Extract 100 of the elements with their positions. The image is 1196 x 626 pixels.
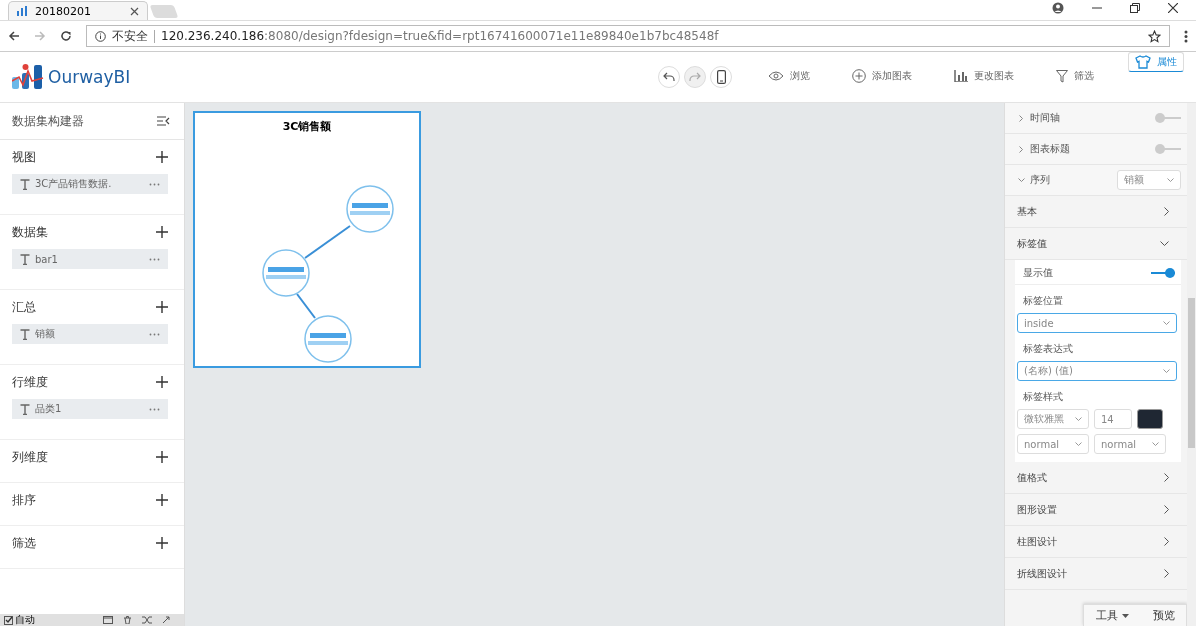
add-icon[interactable] xyxy=(156,537,168,549)
field-item[interactable]: 品类1 xyxy=(12,399,168,419)
redo-icon xyxy=(689,72,701,82)
graph-edge xyxy=(296,293,316,319)
chevron-right-icon xyxy=(1164,537,1169,546)
text-type-icon xyxy=(20,178,30,190)
reload-icon[interactable] xyxy=(60,30,72,42)
field-name: 品类1 xyxy=(35,402,62,416)
checkbox-label: 自动 xyxy=(15,613,35,626)
chevron-down-icon xyxy=(1152,442,1159,446)
section-title: 视图 xyxy=(12,148,36,166)
section-title: 折线图设计 xyxy=(1017,566,1067,581)
position-select[interactable]: inside xyxy=(1017,313,1177,333)
undo-icon xyxy=(663,72,675,82)
undo-button[interactable] xyxy=(658,66,680,88)
chevron-right-icon xyxy=(1018,145,1024,153)
close-icon[interactable] xyxy=(130,6,139,16)
property-label: 图表标题 xyxy=(1030,142,1070,156)
phone-icon xyxy=(716,70,726,84)
toolbar-tab[interactable]: 浏览 xyxy=(760,52,818,102)
add-icon[interactable] xyxy=(156,151,168,163)
chevron-down-icon xyxy=(1163,321,1170,325)
bar-chart-icon xyxy=(17,6,29,16)
logo-icon xyxy=(12,63,44,91)
chevron-right-icon xyxy=(1164,207,1169,216)
shuffle-icon[interactable] xyxy=(142,616,152,624)
address-bar[interactable]: 不安全 120.236.240.186:8080/design?fdesign=true&fid=rpt16741600071e11e89840e1b7bc48548f xyxy=(86,25,1170,47)
footer-button[interactable]: 预览 xyxy=(1141,605,1187,626)
more-icon[interactable] xyxy=(149,257,160,261)
profile-icon[interactable] xyxy=(1052,2,1064,14)
collapse-menu-icon[interactable] xyxy=(157,116,170,126)
section-title: 数据集 xyxy=(12,223,48,241)
toggle-switch[interactable] xyxy=(1149,268,1175,278)
field-name: bar1 xyxy=(35,253,58,265)
expand-icon[interactable] xyxy=(162,616,170,624)
shirt-icon xyxy=(1135,55,1151,69)
mobile-button[interactable] xyxy=(710,66,732,88)
check-icon xyxy=(4,616,13,624)
toolbar-tab[interactable]: 筛选 xyxy=(1048,52,1102,102)
close-icon[interactable] xyxy=(1168,3,1178,13)
restore-icon[interactable] xyxy=(1130,3,1140,13)
graph-node xyxy=(262,249,310,297)
footer-button[interactable]: 工具 xyxy=(1084,605,1141,626)
chart-card[interactable]: 3C销售额 xyxy=(193,111,421,368)
toggle-switch[interactable] xyxy=(1155,144,1181,154)
chevron-down-icon xyxy=(1167,178,1174,182)
chevron-down-icon xyxy=(1017,177,1025,183)
expression-select[interactable]: (名称) (值) xyxy=(1017,361,1177,381)
field-item[interactable]: 3C产品销售数据. xyxy=(12,174,168,194)
option-label: 标签表达式 xyxy=(1022,342,1074,356)
toggle-switch[interactable] xyxy=(1155,113,1181,123)
add-icon[interactable] xyxy=(156,376,168,388)
add-icon[interactable] xyxy=(156,451,168,463)
toolbar-tab[interactable]: 添加图表 xyxy=(844,52,920,102)
field-name: 3C产品销售数据. xyxy=(35,177,112,191)
scrollbar-thumb[interactable] xyxy=(1188,298,1195,448)
add-icon[interactable] xyxy=(156,494,168,506)
brand-name: OurwayBI xyxy=(48,67,131,87)
window-icon[interactable] xyxy=(103,616,113,624)
font-style-select[interactable]: normal xyxy=(1094,434,1166,454)
filter-icon xyxy=(1056,69,1068,83)
font-size-field[interactable]: 14 xyxy=(1094,409,1132,429)
security-label: 不安全 xyxy=(112,27,148,45)
menu-icon[interactable] xyxy=(1184,29,1188,43)
field-item[interactable]: bar1 xyxy=(12,249,168,269)
chevron-down-icon xyxy=(1163,369,1170,373)
graph-edge xyxy=(304,225,351,259)
series-select[interactable]: 销额 xyxy=(1117,170,1181,190)
color-swatch[interactable] xyxy=(1137,409,1163,429)
browser-tab[interactable]: 20180201 xyxy=(8,1,148,20)
add-icon[interactable] xyxy=(156,226,168,238)
auto-checkbox[interactable] xyxy=(4,615,13,625)
section-title: 柱图设计 xyxy=(1017,534,1057,549)
more-icon[interactable] xyxy=(149,332,160,336)
chart-title: 3C销售额 xyxy=(282,119,332,134)
chevron-right-icon xyxy=(1018,114,1024,122)
chevron-down-icon xyxy=(1160,241,1169,246)
chevron-down-icon xyxy=(1075,442,1082,446)
graph-node xyxy=(346,185,394,233)
trash-icon[interactable] xyxy=(123,616,132,624)
panel-title: 数据集构建器 xyxy=(12,112,84,130)
toolbar-tab[interactable]: 更改图表 xyxy=(946,52,1022,102)
section-title: 基本 xyxy=(1017,204,1037,219)
field-item[interactable]: 销额 xyxy=(12,324,168,344)
back-icon[interactable] xyxy=(8,30,20,42)
font-weight-select[interactable]: normal xyxy=(1017,434,1089,454)
more-icon[interactable] xyxy=(149,407,160,411)
section-title: 行维度 xyxy=(12,373,48,391)
bookmark-star-icon[interactable] xyxy=(1148,29,1161,43)
toolbar-tab[interactable]: 属性 xyxy=(1128,52,1184,72)
option-label: 显示值 xyxy=(1023,266,1053,280)
more-icon[interactable] xyxy=(149,182,160,186)
add-icon[interactable] xyxy=(156,301,168,313)
add-circle-icon xyxy=(852,69,866,83)
tab-title: 20180201 xyxy=(35,4,92,18)
section-title: 汇总 xyxy=(12,298,36,316)
section-title: 图形设置 xyxy=(1017,502,1057,517)
option-label: 标签样式 xyxy=(1022,390,1064,404)
font-select[interactable]: 微软雅黑 xyxy=(1017,409,1089,429)
bar-chart-icon xyxy=(954,70,968,82)
